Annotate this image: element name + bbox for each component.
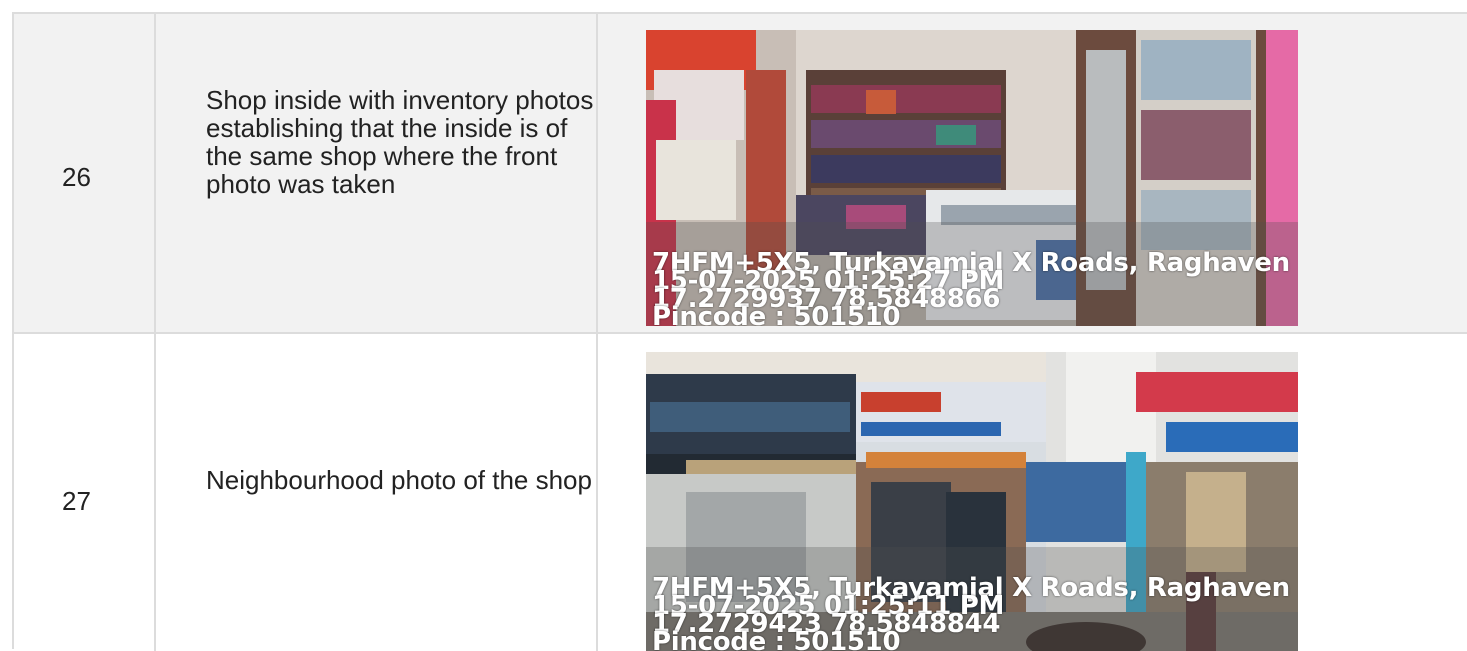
table-row: 27 Neighbourhood photo of the shop 7HFM+…: [14, 334, 1467, 651]
photo-description: Neighbourhood photo of the shop: [206, 465, 592, 495]
row-number-cell: 26: [14, 14, 156, 332]
row-number-cell: 27: [14, 334, 156, 651]
table-row: 26 Shop inside with inventory photos est…: [14, 14, 1467, 334]
street-view-photo: 7HFM+5X5, Turkayamjal X Roads, Raghaven …: [646, 352, 1298, 651]
photo-cell: 7HFM+5X5, Turkayamjal X Roads, Raghaven …: [598, 334, 1467, 651]
geo-stamp: 7HFM+5X5, Turkayamjal X Roads, Raghaven …: [652, 575, 1298, 651]
photo-description: Shop inside with inventory photos establ…: [206, 85, 594, 199]
description-cell: Shop inside with inventory photos establ…: [156, 14, 598, 332]
photo-evidence-table: 26 Shop inside with inventory photos est…: [12, 12, 1467, 651]
row-number: 27: [62, 486, 91, 516]
row-number: 26: [62, 162, 91, 192]
photo-cell: 7HFM+5X5, Turkayamjal X Roads, Raghaven …: [598, 14, 1467, 332]
geo-stamp: 7HFM+5X5, Turkayamjal X Roads, Raghaven …: [652, 250, 1298, 326]
description-cell: Neighbourhood photo of the shop: [156, 334, 598, 651]
shop-interior-photo: 7HFM+5X5, Turkayamjal X Roads, Raghaven …: [646, 30, 1298, 326]
